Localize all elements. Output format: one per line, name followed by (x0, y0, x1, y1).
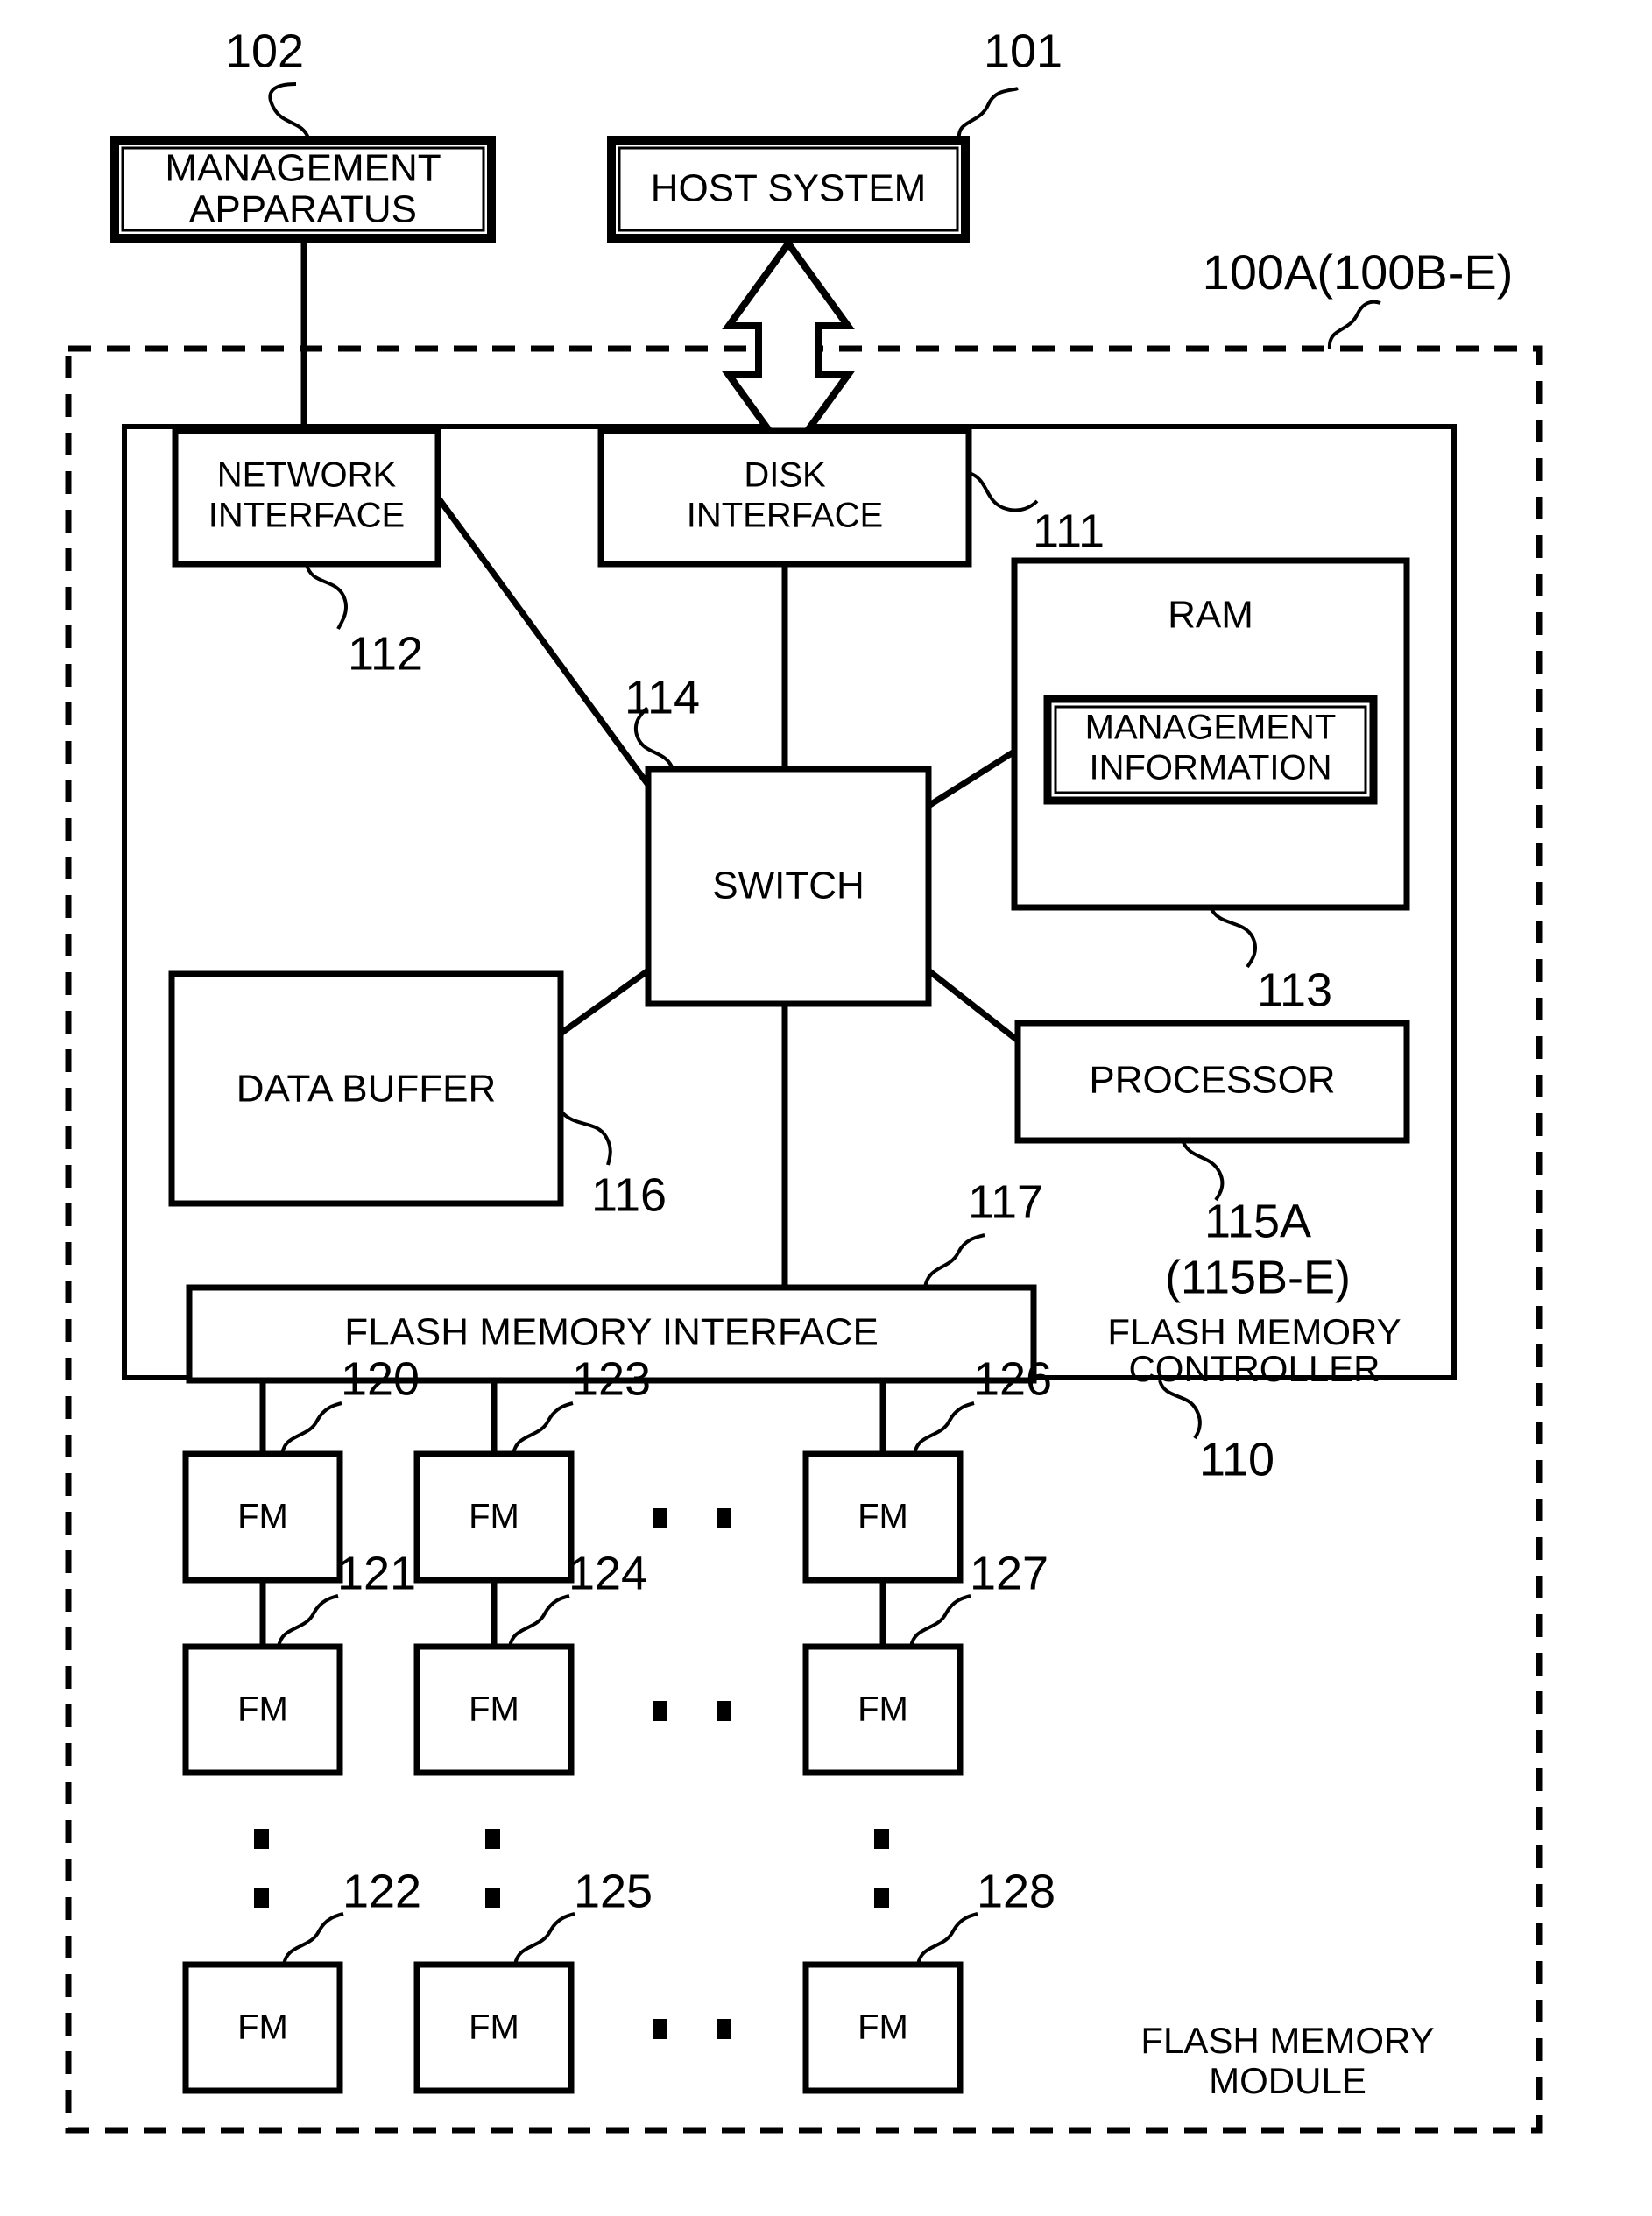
management-apparatus-label-line2: APPARATUS (189, 188, 417, 231)
vertical-ellipsis-dot (874, 1888, 889, 1908)
leader-122 (282, 1912, 344, 1965)
leader-121 (277, 1594, 339, 1648)
leader-100A (1327, 300, 1381, 349)
leader-125 (513, 1912, 575, 1965)
ref-116: 116 (591, 1168, 667, 1221)
horizontal-ellipsis-dot (717, 2019, 731, 2039)
horizontal-ellipsis-dot (717, 1701, 731, 1721)
fm-cell-124: FM (413, 1643, 575, 1776)
vertical-ellipsis-dot (485, 1888, 500, 1908)
fm-label: FM (469, 1690, 519, 1729)
management-apparatus-label-line1: MANAGEMENT (165, 147, 441, 190)
leader-126 (913, 1401, 975, 1455)
ref-126: 126 (973, 1352, 1052, 1405)
flash-memory-interface-label: FLASH MEMORY INTERFACE (344, 1311, 879, 1354)
module-caption-line2: MODULE (1209, 2060, 1366, 2101)
processor-block: PROCESSOR (1014, 1020, 1410, 1144)
ref-114: 114 (625, 671, 700, 723)
switch-block: SWITCH (645, 766, 932, 1007)
leader-127 (909, 1594, 971, 1648)
module-caption-line1: FLASH MEMORY (1140, 2020, 1434, 2061)
fm-cell-123: FM (413, 1450, 575, 1584)
horizontal-ellipsis-dot (653, 2019, 667, 2039)
fm-cell-122: FM (182, 1961, 343, 2094)
ref-110: 110 (1199, 1433, 1274, 1486)
ref-115A: 115A (1204, 1195, 1311, 1247)
ref-113: 113 (1257, 963, 1332, 1016)
ref-125: 125 (574, 1865, 653, 1917)
ref-117: 117 (968, 1175, 1043, 1228)
controller-caption-line2: CONTROLLER (1128, 1348, 1380, 1389)
processor-label: PROCESSOR (1089, 1059, 1335, 1102)
leader-123 (512, 1401, 574, 1455)
data-buffer-block: DATA BUFFER (168, 970, 564, 1207)
leader-120 (280, 1401, 342, 1455)
fm-cell-125: FM (413, 1961, 575, 2094)
leader-102 (268, 82, 311, 141)
ref-123: 123 (572, 1352, 651, 1405)
fm-label: FM (237, 2008, 288, 2047)
ref-124: 124 (568, 1547, 647, 1599)
data-buffer-label: DATA BUFFER (237, 1068, 497, 1111)
horizontal-ellipsis-dot (653, 1701, 667, 1721)
fm-cell-121: FM (182, 1643, 343, 1776)
host-system-block: HOST SYSTEM (607, 136, 970, 243)
host-system-label: HOST SYSTEM (651, 167, 927, 210)
network-interface-label-line2: INTERFACE (208, 497, 405, 535)
fm-label: FM (237, 1690, 288, 1729)
ref-112: 112 (348, 627, 423, 680)
ref-122: 122 (342, 1865, 421, 1917)
controller-caption-line1: FLASH MEMORY (1107, 1311, 1401, 1352)
fm-cell-120: FM (182, 1450, 343, 1584)
figure-canvas: MANAGEMENT APPARATUS 102 HOST SYSTEM 101… (65, 25, 1543, 2134)
fm-label: FM (858, 2008, 908, 2047)
disk-interface-block: DISK INTERFACE (597, 427, 972, 568)
fm-label: FM (858, 1690, 908, 1729)
leader-124 (508, 1594, 570, 1648)
disk-interface-label-line2: INTERFACE (687, 497, 883, 535)
ref-102: 102 (225, 25, 304, 77)
ref-100A: 100A(100B-E) (1203, 244, 1514, 300)
fm-label: FM (469, 1498, 519, 1536)
ram-label: RAM (1168, 594, 1253, 637)
fm-label: FM (858, 1498, 908, 1536)
fm-cell-128: FM (802, 1961, 964, 2094)
ref-115B-E: (115B-E) (1165, 1251, 1351, 1303)
vertical-ellipsis-dot (874, 1829, 889, 1849)
ref-111: 111 (1033, 505, 1105, 557)
vertical-ellipsis-dot (485, 1829, 500, 1849)
patent-diagram: MANAGEMENT APPARATUS 102 HOST SYSTEM 101… (0, 0, 1652, 2216)
horizontal-ellipsis-dot (653, 1508, 667, 1528)
vertical-ellipsis-dot (254, 1888, 269, 1908)
ref-121: 121 (337, 1547, 416, 1599)
ref-128: 128 (977, 1865, 1055, 1917)
network-interface-label-line1: NETWORK (217, 456, 397, 495)
management-information-label-line1: MANAGEMENT (1085, 709, 1337, 747)
leader-101 (957, 87, 1019, 141)
management-information-label-line2: INFORMATION (1089, 749, 1331, 787)
leader-128 (916, 1912, 978, 1965)
horizontal-ellipsis-dot (717, 1508, 731, 1528)
disk-interface-label-line1: DISK (744, 456, 826, 495)
fm-label: FM (469, 2008, 519, 2047)
fm-cell-127: FM (802, 1643, 964, 1776)
ref-101: 101 (984, 25, 1063, 77)
management-apparatus-block: MANAGEMENT APPARATUS (110, 136, 496, 243)
fm-cell-126: FM (802, 1450, 964, 1584)
fm-label: FM (237, 1498, 288, 1536)
ref-120: 120 (341, 1352, 420, 1405)
management-information-block: MANAGEMENT INFORMATION (1043, 695, 1378, 805)
ref-127: 127 (970, 1547, 1048, 1599)
network-interface-block: NETWORK INTERFACE (172, 427, 441, 568)
ram-block: RAM MANAGEMENT INFORMATION (1011, 557, 1410, 911)
switch-label: SWITCH (712, 865, 865, 907)
vertical-ellipsis-dot (254, 1829, 269, 1849)
